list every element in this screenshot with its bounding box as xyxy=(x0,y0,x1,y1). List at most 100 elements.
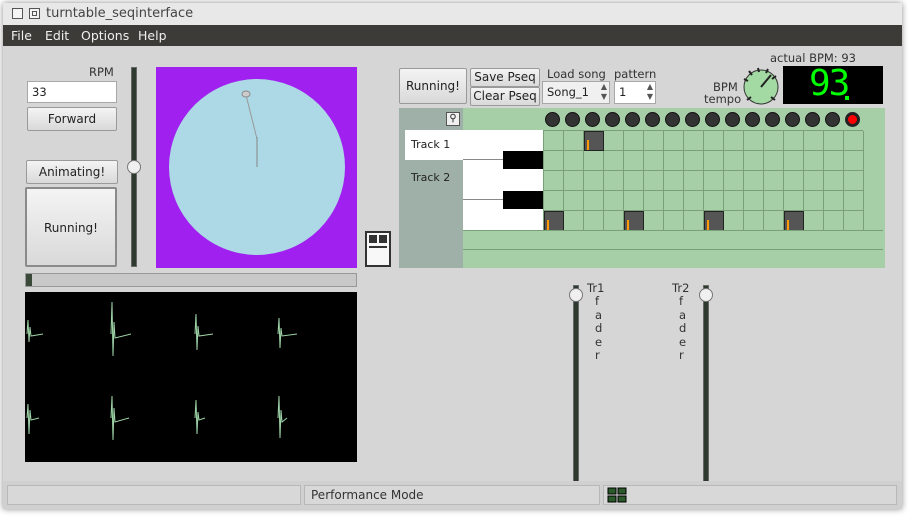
step-cell[interactable] xyxy=(764,171,784,191)
step-cell[interactable] xyxy=(584,211,604,231)
step-cell[interactable] xyxy=(744,131,764,151)
step-cell[interactable] xyxy=(824,131,844,151)
step-cell[interactable] xyxy=(824,151,844,171)
running-button-seq[interactable]: Running! xyxy=(399,68,467,104)
step-cell[interactable] xyxy=(684,211,704,231)
step-cell[interactable] xyxy=(664,211,684,231)
step-cell[interactable] xyxy=(624,131,644,151)
step-cell[interactable] xyxy=(584,191,604,211)
step-cell[interactable] xyxy=(824,211,844,231)
step-grid[interactable] xyxy=(543,130,864,231)
animating-button[interactable]: Animating! xyxy=(26,160,118,184)
pattern-spin-arrows-icon[interactable]: ▲ ▼ xyxy=(647,82,653,102)
maximize-box-icon[interactable] xyxy=(29,8,40,19)
step-cell[interactable] xyxy=(804,171,824,191)
step-cell[interactable] xyxy=(724,191,744,211)
step-cell[interactable] xyxy=(604,211,624,231)
step-cell[interactable] xyxy=(844,171,864,191)
step-cell[interactable] xyxy=(844,151,864,171)
step-cell[interactable] xyxy=(804,131,824,151)
step-cell[interactable] xyxy=(684,131,704,151)
step-cell[interactable] xyxy=(644,171,664,191)
step-cell[interactable] xyxy=(764,191,784,211)
rpm-slider-handle[interactable] xyxy=(127,160,141,174)
step-cell[interactable] xyxy=(584,151,604,171)
step-cell[interactable] xyxy=(624,171,644,191)
step-cell[interactable] xyxy=(644,211,664,231)
step-cell[interactable] xyxy=(844,131,864,151)
rpm-input[interactable]: 33 xyxy=(27,81,117,103)
step-cell[interactable] xyxy=(544,171,564,191)
tr2-fader-track[interactable] xyxy=(703,285,709,485)
step-cell[interactable] xyxy=(544,151,564,171)
step-cell[interactable] xyxy=(784,131,804,151)
step-cell[interactable] xyxy=(604,191,624,211)
step-cell[interactable] xyxy=(564,171,584,191)
step-cell[interactable] xyxy=(724,131,744,151)
step-cell[interactable] xyxy=(704,151,724,171)
note-block[interactable] xyxy=(584,131,604,151)
pattern-spinbox[interactable]: 1 ▲ ▼ xyxy=(614,81,656,104)
step-cell[interactable] xyxy=(604,151,624,171)
step-cell[interactable] xyxy=(804,211,824,231)
step-cell[interactable] xyxy=(704,171,724,191)
track-tab-2[interactable]: Track 2 xyxy=(405,163,463,193)
step-cell[interactable] xyxy=(624,151,644,171)
step-cell[interactable] xyxy=(544,191,564,211)
step-cell[interactable] xyxy=(784,171,804,191)
step-cell[interactable] xyxy=(664,151,684,171)
step-cell[interactable] xyxy=(644,191,664,211)
step-cell[interactable] xyxy=(824,171,844,191)
step-cell[interactable] xyxy=(604,131,624,151)
running-button-left[interactable]: Running! xyxy=(25,187,117,267)
step-cell[interactable] xyxy=(644,151,664,171)
step-cell[interactable] xyxy=(784,191,804,211)
floppy-icon[interactable] xyxy=(365,231,391,267)
step-cell[interactable] xyxy=(564,191,584,211)
tr1-fader-handle[interactable] xyxy=(569,288,583,302)
step-cell[interactable] xyxy=(724,211,744,231)
step-cell[interactable] xyxy=(724,171,744,191)
step-cell[interactable] xyxy=(804,191,824,211)
step-cell[interactable] xyxy=(684,151,704,171)
step-cell[interactable] xyxy=(744,171,764,191)
step-cell[interactable] xyxy=(744,211,764,231)
note-block[interactable] xyxy=(784,211,804,231)
step-cell[interactable] xyxy=(584,171,604,191)
save-pseq-button[interactable]: Save Pseq xyxy=(470,68,540,87)
step-cell[interactable] xyxy=(664,171,684,191)
step-cell[interactable] xyxy=(724,151,744,171)
step-cell[interactable] xyxy=(564,131,584,151)
clear-pseq-button[interactable]: Clear Pseq xyxy=(470,87,540,106)
step-cell[interactable] xyxy=(664,191,684,211)
step-cell[interactable] xyxy=(764,151,784,171)
close-box-icon[interactable] xyxy=(12,8,23,19)
track-tab-1[interactable]: Track 1 xyxy=(405,130,463,160)
forward-button[interactable]: Forward xyxy=(27,107,117,131)
step-cell[interactable] xyxy=(784,151,804,171)
spin-arrows-icon[interactable]: ▲ ▼ xyxy=(601,82,607,102)
step-cell[interactable] xyxy=(644,131,664,151)
pin-icon[interactable]: ⚲ xyxy=(446,112,460,126)
menu-options[interactable]: Options xyxy=(81,28,129,43)
menu-edit[interactable]: Edit xyxy=(45,28,69,43)
note-block[interactable] xyxy=(544,211,564,231)
step-cell[interactable] xyxy=(824,191,844,211)
menu-file[interactable]: File xyxy=(11,28,32,43)
turntable-canvas[interactable] xyxy=(156,67,357,268)
step-cell[interactable] xyxy=(704,191,724,211)
tempo-knob-icon[interactable] xyxy=(741,67,781,107)
step-cell[interactable] xyxy=(844,191,864,211)
note-block[interactable] xyxy=(624,211,644,231)
step-cell[interactable] xyxy=(764,131,784,151)
step-cell[interactable] xyxy=(684,171,704,191)
step-cell[interactable] xyxy=(564,211,584,231)
step-cell[interactable] xyxy=(704,131,724,151)
menu-help[interactable]: Help xyxy=(138,28,167,43)
tr1-fader-track[interactable] xyxy=(573,285,579,485)
song-select[interactable]: Song_1 ▲ ▼ xyxy=(542,81,610,104)
tr2-fader-handle[interactable] xyxy=(699,288,713,302)
step-cell[interactable] xyxy=(764,211,784,231)
step-cell[interactable] xyxy=(744,151,764,171)
step-cell[interactable] xyxy=(544,131,564,151)
